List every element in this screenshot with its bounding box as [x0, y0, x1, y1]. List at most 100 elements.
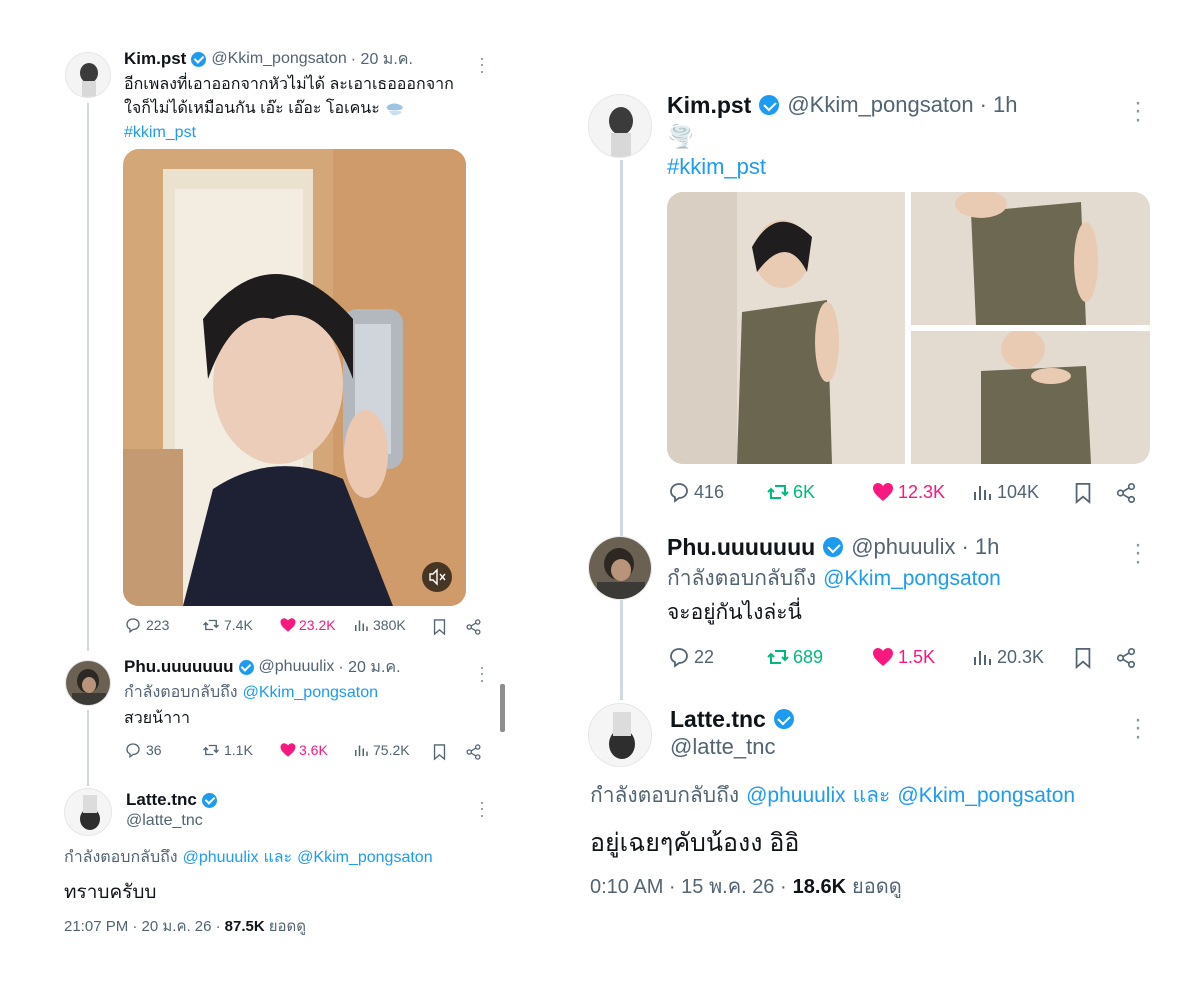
- timestamp[interactable]: · 1h: [980, 92, 1018, 118]
- display-name[interactable]: Phu.uuuuuuu: [667, 534, 815, 561]
- timestamp[interactable]: · 20 ม.ค.: [351, 47, 413, 72]
- mention-link[interactable]: @phuuulix: [183, 847, 259, 869]
- views-button[interactable]: 104K: [970, 480, 1039, 504]
- views-count: 380K: [373, 617, 406, 633]
- more-icon[interactable]: · · ·: [476, 658, 488, 688]
- display-name[interactable]: Kim.pst: [667, 92, 751, 119]
- more-icon[interactable]: · · ·: [1130, 90, 1146, 131]
- mention-link[interactable]: @Kkim_pongsaton: [297, 847, 432, 869]
- reply-button[interactable]: 416: [667, 480, 724, 504]
- display-name[interactable]: Latte.tnc: [126, 790, 197, 810]
- share-icon[interactable]: [465, 618, 482, 636]
- reply-count: 22: [694, 646, 715, 667]
- like-count: 23.2K: [299, 617, 336, 633]
- display-name[interactable]: Latte.tnc: [670, 706, 766, 733]
- thread-line: [620, 160, 623, 536]
- post-timestamp[interactable]: 21:07 PM · 20 ม.ค. 26 ·: [64, 917, 221, 937]
- reply-count: 36: [146, 742, 162, 758]
- tweet-text: ทราบครับบ: [64, 882, 157, 903]
- share-icon[interactable]: [1115, 481, 1137, 505]
- tweet-header: Kim.pst @Kkim_pongsaton · 1h: [667, 90, 1017, 120]
- user-handle[interactable]: @latte_tnc: [670, 734, 776, 760]
- avatar[interactable]: [588, 94, 652, 158]
- views-button[interactable]: 380K: [352, 616, 406, 634]
- reply-prefix: กำลังตอบกลับถึง: [124, 684, 238, 701]
- reply-icon: [670, 648, 688, 668]
- photo[interactable]: [911, 192, 1150, 325]
- avatar[interactable]: [588, 536, 652, 600]
- tweet-text-line: ใจก็ไม่ได้เหมือนกัน เอ๊ะ เอ๊อะ โอเคนะ: [124, 97, 494, 121]
- display-name[interactable]: Kim.pst: [124, 49, 186, 69]
- mention-link[interactable]: @Kkim_pongsaton: [823, 565, 1001, 593]
- video-player[interactable]: [123, 149, 466, 606]
- repost-button[interactable]: 1.1K: [202, 741, 253, 759]
- hashtag-link[interactable]: #kkim_pst: [124, 121, 494, 145]
- wind-emoji-icon: [386, 103, 403, 116]
- like-button[interactable]: 12.3K: [871, 480, 945, 504]
- bookmark-icon[interactable]: [431, 618, 448, 636]
- tweet-text: จะอยู่กันไงล่ะนี่: [667, 601, 802, 624]
- view-label: ยอดดู: [268, 918, 306, 935]
- user-handle[interactable]: @phuuulix: [851, 534, 955, 560]
- tweet-header: Latte.tnc: [126, 789, 217, 811]
- timestamp[interactable]: · 20 ม.ค.: [338, 655, 400, 680]
- timestamp[interactable]: · 1h: [961, 534, 999, 560]
- avatar-image: [589, 537, 651, 599]
- repost-button[interactable]: 6K: [766, 480, 815, 504]
- user-handle[interactable]: @latte_tnc: [126, 811, 203, 831]
- hashtag-link[interactable]: #kkim_pst: [667, 153, 766, 181]
- avatar[interactable]: [65, 660, 111, 706]
- more-icon[interactable]: · · ·: [1130, 707, 1146, 748]
- reply-context: กำลังตอบกลับถึง @Kkim_pongsaton: [667, 565, 1001, 593]
- avatar[interactable]: [65, 52, 111, 98]
- more-icon[interactable]: · · ·: [476, 49, 488, 79]
- views-icon: [355, 620, 368, 631]
- like-button[interactable]: 23.2K: [279, 616, 336, 634]
- avatar[interactable]: [588, 703, 652, 767]
- share-icon[interactable]: [465, 743, 482, 761]
- mention-link[interactable]: @Kkim_pongsaton: [243, 682, 378, 704]
- bookmark-icon[interactable]: [1072, 646, 1094, 670]
- mention-link[interactable]: @phuuulix: [746, 782, 846, 810]
- more-icon[interactable]: · · ·: [1130, 532, 1146, 573]
- display-name[interactable]: Phu.uuuuuuu: [124, 657, 234, 677]
- views-button[interactable]: 75.2K: [352, 741, 410, 759]
- more-icon[interactable]: · · ·: [476, 793, 488, 823]
- reply-button[interactable]: 36: [124, 741, 162, 759]
- views-icon: [974, 651, 991, 665]
- user-handle[interactable]: @Kkim_pongsaton: [787, 92, 973, 118]
- reply-prefix: กำลังตอบกลับถึง: [667, 567, 817, 590]
- repost-button[interactable]: 7.4K: [202, 616, 253, 634]
- share-icon[interactable]: [1115, 646, 1137, 670]
- post-timestamp[interactable]: 0:10 AM · 15 พ.ค. 26 ·: [590, 874, 787, 900]
- mention-link[interactable]: @Kkim_pongsaton: [897, 782, 1075, 810]
- view-label: ยอดดู: [852, 876, 902, 898]
- user-handle[interactable]: @phuuulix: [259, 658, 335, 676]
- views-button[interactable]: 20.3K: [970, 645, 1044, 669]
- bookmark-icon[interactable]: [431, 743, 448, 761]
- mute-button[interactable]: [422, 562, 452, 592]
- reply-conjunction: และ: [263, 849, 293, 866]
- like-button[interactable]: 1.5K: [871, 645, 935, 669]
- reply-button[interactable]: 22: [667, 645, 714, 669]
- reply-button[interactable]: 223: [124, 616, 169, 634]
- right-screenshot-panel: Kim.pst @Kkim_pongsaton · 1h · · · 🌪️ #kki…: [560, 0, 1200, 994]
- tweet-header: Kim.pst @Kkim_pongsaton · 20 ม.ค.: [124, 48, 413, 70]
- scrollbar-thumb[interactable]: [500, 684, 505, 732]
- photo[interactable]: [667, 192, 905, 464]
- like-button[interactable]: 3.6K: [279, 741, 328, 759]
- like-count: 3.6K: [299, 742, 328, 758]
- reply-prefix: กำลังตอบกลับถึง: [64, 849, 178, 866]
- repost-icon: [767, 485, 789, 499]
- repost-count: 1.1K: [224, 742, 253, 758]
- views-count: 20.3K: [997, 646, 1045, 667]
- avatar-image: [66, 53, 110, 97]
- views-count: 104K: [997, 481, 1040, 502]
- repost-button[interactable]: 689: [766, 645, 823, 669]
- bookmark-icon[interactable]: [1072, 481, 1094, 505]
- tweet-header: Phu.uuuuuuu @phuuulix · 1h: [667, 532, 999, 562]
- user-handle[interactable]: @Kkim_pongsaton: [211, 50, 346, 68]
- avatar[interactable]: [64, 788, 112, 836]
- like-count: 1.5K: [898, 646, 936, 667]
- photo[interactable]: [911, 331, 1150, 464]
